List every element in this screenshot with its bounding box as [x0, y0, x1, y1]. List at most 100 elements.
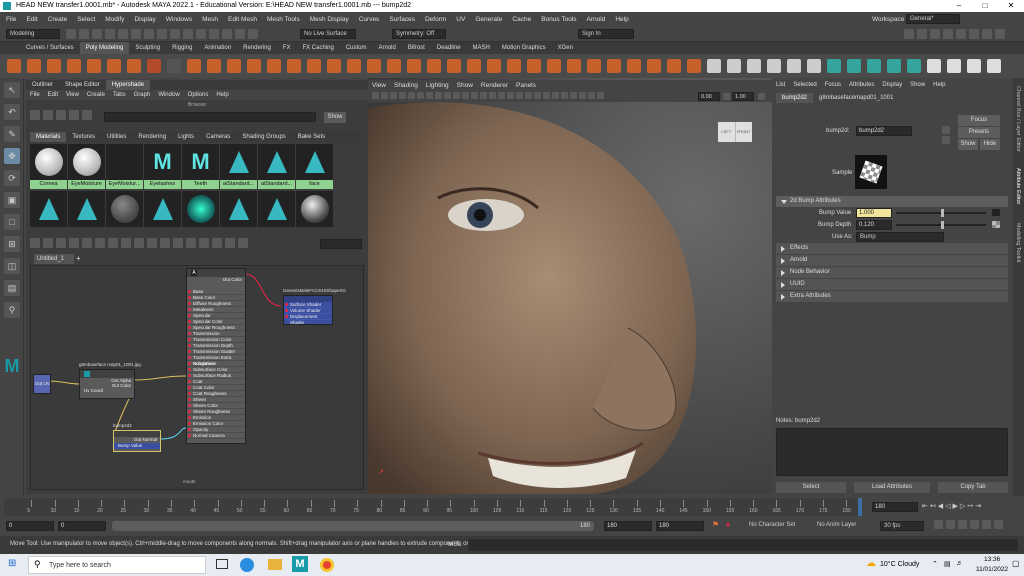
cylindrical-map-icon[interactable]: [747, 59, 761, 73]
poly-cylinder-icon[interactable]: [47, 59, 61, 73]
center-pivot-icon[interactable]: [947, 59, 961, 73]
open-scene-icon[interactable]: [79, 29, 89, 39]
sweep-icon[interactable]: [167, 59, 181, 73]
sew-uv-icon[interactable]: [847, 59, 861, 73]
add-graph-tab-icon[interactable]: +: [76, 254, 81, 264]
undo-icon[interactable]: [105, 29, 115, 39]
menu-generate[interactable]: Generate: [475, 16, 502, 23]
attribute-editor-icon[interactable]: [982, 29, 992, 39]
tab-bake-sets[interactable]: Bake Sets: [292, 132, 331, 142]
material-swatch[interactable]: [144, 191, 181, 236]
snap-surface-icon[interactable]: [209, 29, 219, 39]
material-swatch[interactable]: aiStandard...: [220, 144, 257, 189]
maya-taskbar-icon[interactable]: M: [292, 556, 308, 572]
fps-dropdown[interactable]: 30 fps: [880, 521, 924, 531]
auto-map-icon[interactable]: [787, 59, 801, 73]
symmetry-dropdown[interactable]: Symmetry: Off: [392, 29, 446, 39]
platonic-icon[interactable]: [147, 59, 161, 73]
go-to-start-icon[interactable]: ⇤: [922, 503, 930, 510]
bump-depth-field[interactable]: 0.120: [856, 220, 892, 230]
render-icon[interactable]: [917, 29, 927, 39]
render-settings-icon[interactable]: [943, 29, 953, 39]
weather-text[interactable]: 10°C Cloudy: [880, 561, 919, 568]
hs-menu-help[interactable]: Help: [216, 92, 228, 98]
reduce-icon[interactable]: [667, 59, 681, 73]
shelf-tab-xgen[interactable]: XGen: [552, 42, 579, 54]
sign-in-button[interactable]: Sign In: [578, 29, 634, 39]
menu-help[interactable]: Help: [615, 16, 628, 23]
material-swatch[interactable]: [106, 191, 143, 236]
close-icon[interactable]: ✕: [998, 0, 1024, 12]
redo-icon[interactable]: [118, 29, 128, 39]
magnifier-icon[interactable]: ⚲: [4, 302, 20, 318]
ae-select-button[interactable]: Select: [776, 482, 846, 493]
four-view-icon[interactable]: ⊞: [4, 236, 20, 252]
windows-start-icon[interactable]: ⊞: [8, 558, 16, 569]
render-view-icon[interactable]: [904, 29, 914, 39]
hs-menu-options[interactable]: Options: [188, 92, 209, 98]
mel-label[interactable]: MEL: [448, 541, 461, 548]
ae-node-name-field[interactable]: bump2d2: [856, 126, 912, 136]
viewport-3d[interactable]: LEFT FRONT ↗: [368, 78, 772, 494]
select-tool-icon[interactable]: ↖: [4, 82, 20, 98]
menu-mesh[interactable]: Mesh: [202, 16, 218, 23]
offset-loop-icon[interactable]: [627, 59, 641, 73]
graph-tab[interactable]: Untitled_1: [34, 254, 74, 264]
menu-mesh-tools[interactable]: Mesh Tools: [267, 16, 300, 23]
color-management-icon[interactable]: [758, 93, 765, 100]
layout-icon[interactable]: ◫: [4, 258, 20, 274]
move-tool-icon[interactable]: ✥: [4, 148, 20, 164]
viewcube-left[interactable]: LEFT: [718, 122, 736, 142]
select-object-icon[interactable]: [144, 29, 154, 39]
retopo-icon[interactable]: [687, 59, 701, 73]
material-swatch[interactable]: M Teeth: [182, 144, 219, 189]
grid-icon[interactable]: [408, 92, 415, 99]
key-icon[interactable]: ♦: [726, 520, 730, 529]
chrome-icon[interactable]: [320, 558, 334, 572]
bridge-icon[interactable]: [367, 59, 381, 73]
scene-end-field[interactable]: 180: [656, 521, 704, 531]
shelf-tab-rendering[interactable]: Rendering: [237, 42, 277, 54]
wedge-icon[interactable]: [467, 59, 481, 73]
exposure-icon[interactable]: [597, 92, 604, 99]
ae-menu-help[interactable]: Help: [933, 82, 945, 88]
menu-edit[interactable]: Edit: [26, 16, 37, 23]
time-slider[interactable]: 5 10 15 20 25 30 35 40 45 50 55 60 65 70 75 80 85 90 95 100…: [0, 496, 1024, 518]
sound-icon[interactable]: [946, 520, 955, 529]
bump-node[interactable]: Out Normal Bump Value: [113, 430, 161, 452]
poly-cube-icon[interactable]: [27, 59, 41, 73]
material-swatch[interactable]: [258, 191, 295, 236]
section-2d-bump-attributes[interactable]: 2d Bump Attributes: [776, 196, 1008, 207]
bump-depth-map-icon[interactable]: [992, 221, 1000, 228]
tab-hypershade[interactable]: Hypershade: [105, 80, 151, 90]
connect-icon[interactable]: [547, 59, 561, 73]
timeline-icon[interactable]: [970, 520, 979, 529]
safe-action-icon[interactable]: [453, 92, 460, 99]
bevel-icon[interactable]: [387, 59, 401, 73]
shelf-tab-fx[interactable]: FX: [277, 42, 297, 54]
ae-menu-attributes[interactable]: Attributes: [849, 82, 874, 88]
vp-menu-panels[interactable]: Panels: [516, 80, 536, 92]
playback-end-field[interactable]: 180: [604, 521, 652, 531]
spherical-map-icon[interactable]: [767, 59, 781, 73]
insert-loop-icon[interactable]: [607, 59, 621, 73]
menu-cache[interactable]: Cache: [512, 16, 531, 23]
circularize-icon[interactable]: [487, 59, 501, 73]
ae-hide-button[interactable]: Hide: [980, 139, 1000, 150]
layout-uv-icon[interactable]: [867, 59, 881, 73]
anim-layer-dropdown[interactable]: No Anim Layer: [814, 521, 866, 531]
input-connections-icon[interactable]: [942, 126, 950, 134]
bump-depth-handle[interactable]: [941, 221, 944, 229]
planar-map-icon[interactable]: [727, 59, 741, 73]
menu-curves[interactable]: Curves: [359, 16, 380, 23]
material-swatch[interactable]: [68, 191, 105, 236]
save-scene-icon[interactable]: [92, 29, 102, 39]
browser-view-icon[interactable]: [30, 110, 40, 120]
ae-tab-file[interactable]: g8mbasefacemapd01_1001: [813, 93, 899, 103]
tab-shading-groups[interactable]: Shading Groups: [236, 132, 291, 142]
vp-menu-shading[interactable]: Shading: [394, 80, 418, 92]
shelf-tab-motion-graphics[interactable]: Motion Graphics: [496, 42, 552, 54]
taskbar-search-box[interactable]: ⚲ Type here to search: [28, 556, 206, 574]
ae-menu-show[interactable]: Show: [910, 82, 925, 88]
cut-uv-icon[interactable]: [827, 59, 841, 73]
